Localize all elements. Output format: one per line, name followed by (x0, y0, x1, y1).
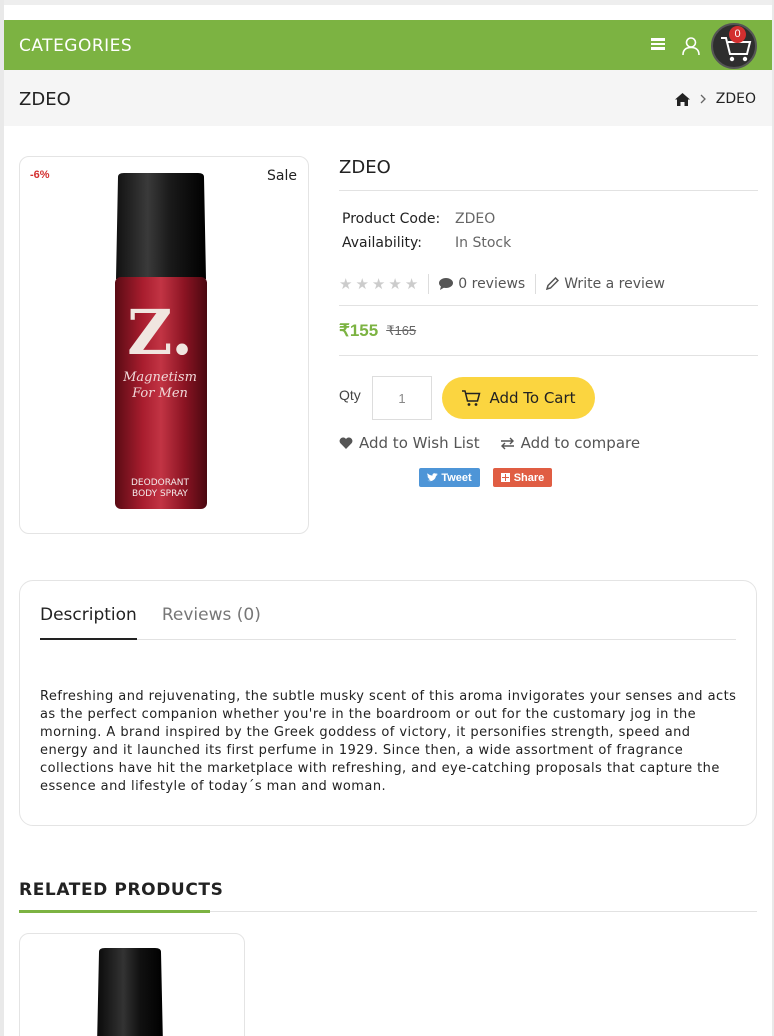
availability-value: In Stock (455, 235, 512, 251)
hamburger-menu-icon[interactable] (651, 38, 665, 50)
tab-description[interactable]: Description (40, 605, 137, 640)
quantity-input[interactable] (372, 376, 432, 420)
price-current: ₹155 (339, 320, 379, 340)
product-brand-text: Z. (127, 296, 193, 369)
star-rating: ★ ★ ★ ★ ★ (339, 273, 430, 294)
product-code-label: Product Code: (342, 211, 441, 227)
tweet-label: Tweet (441, 471, 472, 484)
sale-badge: Sale (267, 168, 297, 184)
categories-menu[interactable]: CATEGORIES (19, 36, 132, 56)
product-tabs: Description Reviews (0) (40, 605, 736, 640)
cart-button[interactable]: 0 (711, 23, 757, 69)
reviews-link-label: 0 reviews (458, 275, 526, 292)
price-old: ₹165 (386, 322, 417, 338)
write-review-label: Write a review (564, 275, 665, 292)
product-title: ZDEO (339, 156, 758, 191)
tweet-button[interactable]: Tweet (419, 468, 480, 487)
top-navbar: CATEGORIES 0 (4, 20, 772, 70)
secondary-actions: Add to Wish List Add to compare (339, 434, 758, 452)
product-tabs-panel: Description Reviews (0) Refreshing and r… (19, 580, 757, 826)
discount-badge: -6% (30, 169, 50, 181)
related-product-card[interactable] (19, 933, 245, 1036)
product-line-text-2: For Men (131, 386, 188, 401)
page-title: ZDEO (19, 89, 71, 110)
qty-label: Qty (339, 387, 361, 403)
product-specs: Product Code: ZDEO Availability: In Stoc… (339, 211, 758, 259)
social-share: Tweet Share (419, 468, 758, 487)
breadcrumb: ZDEO (674, 91, 756, 107)
related-products-title: RELATED PRODUCTS (19, 880, 224, 900)
star-icon: ★ (371, 274, 386, 293)
star-icon: ★ (355, 274, 369, 293)
product-description: Refreshing and rejuvenating, the subtle … (40, 689, 737, 794)
wishlist-label: Add to Wish List (359, 434, 480, 452)
star-icon: ★ (404, 274, 419, 293)
product-info: ZDEO Product Code: ZDEO Availability: In… (339, 156, 758, 487)
pencil-icon (546, 277, 560, 290)
title-accent-bar (19, 910, 210, 913)
add-to-wishlist-button[interactable]: Add to Wish List (339, 434, 480, 452)
share-label: Share (513, 471, 545, 484)
product-type-text-2: BODY SPRAY (132, 489, 188, 499)
write-review-link[interactable]: Write a review (536, 276, 665, 292)
cart-count-badge: 0 (729, 26, 746, 43)
share-button[interactable]: Share (493, 468, 552, 487)
home-icon[interactable] (674, 92, 690, 106)
add-to-compare-button[interactable]: Add to compare (500, 434, 640, 452)
star-icon: ★ (339, 274, 353, 293)
product-image-card: -6% Sale Z. Magnetism For Men DEODORANT … (19, 156, 309, 534)
product-type-text: DEODORANT (131, 478, 189, 488)
rating-row: ★ ★ ★ ★ ★ 0 reviews Write a review (339, 266, 758, 306)
related-product-image[interactable] (93, 946, 165, 1036)
page: CATEGORIES 0 ZDEO ZDEO -6% Sale Z. Magne… (4, 0, 772, 1036)
heart-icon (339, 437, 353, 449)
star-icon: ★ (388, 274, 402, 293)
breadcrumb-bar: ZDEO ZDEO (4, 70, 772, 126)
user-icon[interactable] (681, 36, 701, 56)
tab-reviews[interactable]: Reviews (0) (162, 605, 261, 639)
product-line-text: Magnetism (122, 370, 197, 385)
availability-label: Availability: (342, 235, 423, 251)
add-to-cart-label: Add To Cart (489, 389, 576, 407)
add-to-cart-button[interactable]: Add To Cart (442, 377, 595, 419)
compare-label: Add to compare (520, 434, 641, 452)
chevron-right-icon (700, 94, 706, 104)
exchange-icon (500, 437, 514, 449)
product-image[interactable]: Z. Magnetism For Men DEODORANT BODY SPRA… (112, 169, 212, 515)
breadcrumb-current[interactable]: ZDEO (716, 91, 756, 107)
twitter-icon (427, 473, 439, 482)
price-row: ₹155 ₹165 (339, 306, 758, 356)
add-to-cart-row: Qty Add To Cart (339, 376, 758, 420)
product-code-value: ZDEO (455, 211, 496, 227)
reviews-link[interactable]: 0 reviews (429, 273, 537, 294)
plus-icon (500, 473, 510, 482)
comment-icon (439, 277, 454, 290)
cart-icon (462, 390, 481, 406)
